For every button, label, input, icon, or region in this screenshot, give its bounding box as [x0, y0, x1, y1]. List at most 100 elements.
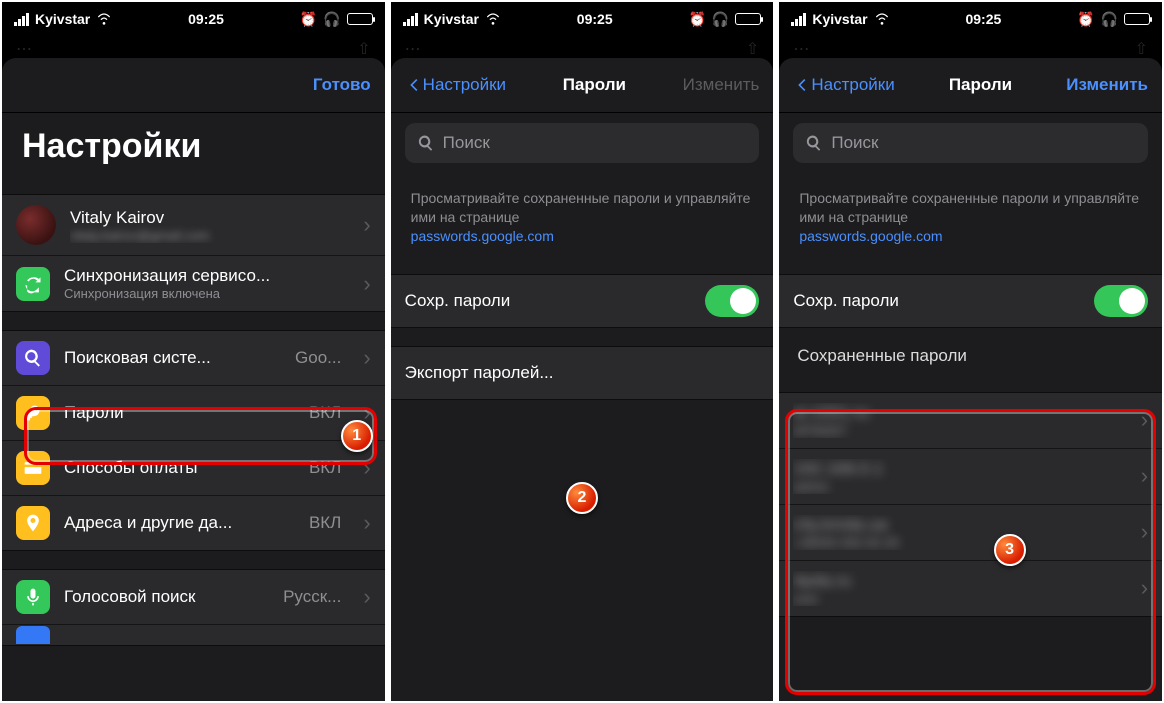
nav-title: Пароли: [563, 75, 626, 95]
passwords-value: ВКЛ: [309, 403, 341, 423]
status-bar: Kyivstar 09:25 ⏰ 🎧: [391, 2, 774, 36]
clock-label: 09:25: [577, 11, 613, 27]
payments-cell[interactable]: Способы оплаты ВКЛ ›: [2, 440, 385, 495]
search-input[interactable]: Поиск: [793, 123, 1148, 163]
chevron-right-icon: ›: [363, 586, 370, 608]
search-engine-cell[interactable]: Поисковая систе... Goo... ›: [2, 330, 385, 385]
back-button[interactable]: Настройки: [405, 75, 506, 95]
search-placeholder: Поиск: [443, 133, 490, 153]
back-button[interactable]: Настройки: [793, 75, 894, 95]
battery-icon: [735, 13, 761, 25]
wifi-icon: [874, 10, 890, 29]
google-passwords-link[interactable]: passwords.google.com: [799, 228, 942, 244]
chevron-right-icon: ›: [363, 512, 370, 534]
phone-screen-3: Kyivstar 09:25 ⏰ 🎧 ⋯⇧ Настройки Парол: [779, 2, 1162, 701]
page-title: Настройки: [2, 113, 385, 176]
clock-label: 09:25: [188, 11, 224, 27]
search-icon: [417, 134, 435, 152]
card-icon: [16, 451, 50, 485]
key-icon: [16, 396, 50, 430]
alarm-icon: ⏰: [300, 11, 317, 28]
settings-sheet: Готово Настройки Vitaly Kairov vitaly.ka…: [2, 58, 385, 701]
user-label: AP49307: [793, 423, 1118, 438]
site-label: 192.168.0.1: [793, 459, 1118, 479]
saved-password-item[interactable]: city.kmda.ua +38050 000 00 29 ›: [779, 504, 1162, 560]
wifi-icon: [485, 10, 501, 29]
headphones-icon: 🎧: [323, 11, 340, 28]
chevron-right-icon: ›: [363, 214, 370, 236]
navbar: Настройки Пароли Изменить: [391, 58, 774, 113]
done-button[interactable]: Готово: [313, 75, 371, 95]
back-label: Настройки: [811, 75, 894, 95]
sync-icon: [16, 267, 50, 301]
passwords-sheet: Настройки Пароли Изменить Поиск Просматр…: [779, 58, 1162, 701]
passwords-label: Пароли: [64, 403, 295, 423]
site-label: 4pda.ru: [793, 571, 1118, 591]
google-passwords-link[interactable]: passwords.google.com: [411, 228, 554, 244]
status-bar: Kyivstar 09:25 ⏰ 🎧: [779, 2, 1162, 36]
signal-icon: [791, 13, 806, 26]
saved-password-item[interactable]: ai.1001.ru AP49307 ›: [779, 392, 1162, 448]
mic-icon: [16, 580, 50, 614]
clock-label: 09:25: [965, 11, 1001, 27]
search-engine-value: Goo...: [295, 348, 341, 368]
alarm-icon: ⏰: [1077, 11, 1094, 28]
chevron-right-icon: ›: [1141, 577, 1148, 599]
sync-sub: Синхронизация включена: [64, 286, 341, 301]
saved-passwords-header: Сохраненные пароли: [779, 328, 1162, 374]
signal-icon: [403, 13, 418, 26]
voice-label: Голосовой поиск: [64, 587, 269, 607]
addresses-cell[interactable]: Адреса и другие да... ВКЛ ›: [2, 495, 385, 551]
sync-label: Синхронизация сервисо...: [64, 266, 341, 286]
carrier-label: Kyivstar: [35, 11, 90, 27]
save-passwords-cell: Сохр. пароли: [391, 274, 774, 328]
chevron-right-icon: ›: [1141, 409, 1148, 431]
carrier-label: Kyivstar: [424, 11, 479, 27]
signal-icon: [14, 13, 29, 26]
sync-cell[interactable]: Синхронизация сервисо... Синхронизация в…: [2, 255, 385, 312]
edit-button[interactable]: Изменить: [683, 75, 760, 95]
export-label: Экспорт паролей...: [405, 363, 760, 383]
partial-cell[interactable]: [2, 624, 385, 646]
addresses-label: Адреса и другие да...: [64, 513, 295, 533]
back-label: Настройки: [423, 75, 506, 95]
site-label: ai.1001.ru: [793, 403, 1118, 423]
carrier-label: Kyivstar: [812, 11, 867, 27]
export-passwords-cell[interactable]: Экспорт паролей...: [391, 346, 774, 400]
payments-label: Способы оплаты: [64, 458, 295, 478]
save-passwords-toggle[interactable]: [1094, 285, 1148, 317]
partial-icon: [16, 626, 50, 644]
info-text: Просматривайте сохраненные пароли и упра…: [391, 175, 774, 256]
wifi-icon: [96, 10, 112, 29]
search-input[interactable]: Поиск: [405, 123, 760, 163]
search-engine-label: Поисковая систе...: [64, 348, 281, 368]
profile-cell[interactable]: Vitaly Kairov vitaly.kairov@gmail.com ›: [2, 194, 385, 255]
chevron-right-icon: ›: [363, 347, 370, 369]
nav-title: Пароли: [949, 75, 1012, 95]
voice-search-cell[interactable]: Голосовой поиск Русск... ›: [2, 569, 385, 624]
save-passwords-label: Сохр. пароли: [793, 291, 1080, 311]
chevron-right-icon: ›: [363, 457, 370, 479]
profile-email: vitaly.kairov@gmail.com: [70, 228, 341, 243]
user-label: +38050 000 00 29: [793, 535, 1118, 550]
headphones-icon: 🎧: [1101, 11, 1118, 28]
chevron-right-icon: ›: [363, 402, 370, 424]
save-passwords-cell: Сохр. пароли: [779, 274, 1162, 328]
voice-value: Русск...: [283, 587, 341, 607]
saved-password-item[interactable]: 192.168.0.1 admin ›: [779, 448, 1162, 504]
phone-screen-1: Kyivstar 09:25 ⏰ 🎧 ⋯⇧ Готово Настройки: [2, 2, 385, 701]
pin-icon: [16, 506, 50, 540]
saved-password-item[interactable]: 4pda.ru user ›: [779, 560, 1162, 617]
battery-icon: [347, 13, 373, 25]
passwords-sheet: Настройки Пароли Изменить Поиск Просматр…: [391, 58, 774, 701]
edit-button[interactable]: Изменить: [1066, 75, 1148, 95]
headphones-icon: 🎧: [712, 11, 729, 28]
passwords-cell[interactable]: Пароли ВКЛ ›: [2, 385, 385, 440]
saved-passwords-list: ai.1001.ru AP49307 › 192.168.0.1 admin ›…: [779, 392, 1162, 617]
save-passwords-toggle[interactable]: [705, 285, 759, 317]
alarm-icon: ⏰: [688, 11, 705, 28]
chevron-right-icon: ›: [1141, 465, 1148, 487]
navbar: Готово: [2, 58, 385, 113]
chevron-right-icon: ›: [363, 273, 370, 295]
info-text: Просматривайте сохраненные пароли и упра…: [779, 175, 1162, 256]
